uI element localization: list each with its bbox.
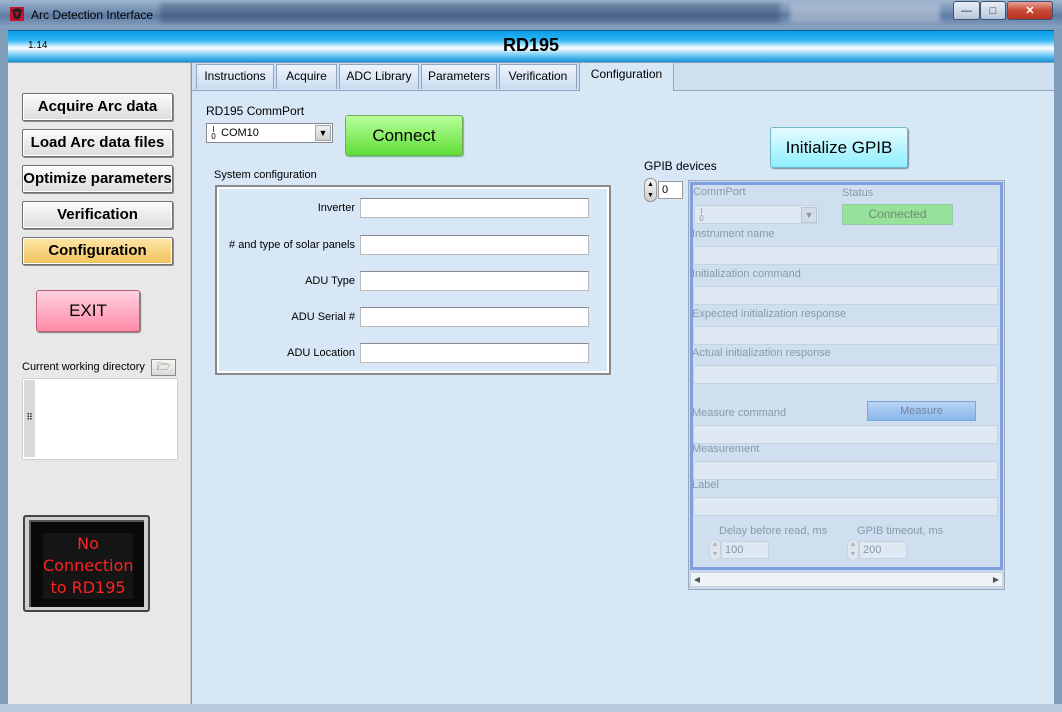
spin-up-icon: ▲ — [849, 541, 857, 548]
inverter-label: Inverter — [317, 202, 355, 214]
expected-response-field — [693, 326, 998, 345]
actual-response-label: Actual initialization response — [692, 347, 831, 359]
measure-command-field — [693, 425, 998, 444]
configuration-button[interactable]: Configuration — [22, 237, 173, 265]
bottom-border — [0, 704, 1062, 712]
cwd-scrollbar[interactable]: ⠿ — [24, 380, 35, 457]
spin-down-icon[interactable]: ▼ — [647, 192, 654, 199]
scroll-right-icon[interactable]: ▶ — [990, 573, 1002, 586]
label-label: Label — [692, 479, 719, 491]
chevron-down-icon: ▼ — [801, 207, 817, 223]
connect-button[interactable]: Connect — [345, 115, 463, 156]
expected-response-label: Expected initialization response — [692, 308, 847, 320]
inverter-input[interactable] — [360, 198, 589, 218]
maximize-button[interactable]: □ — [980, 1, 1006, 20]
spin-up-icon[interactable]: ▲ — [647, 181, 654, 188]
tab-acquire[interactable]: Acquire — [276, 64, 337, 89]
delay-input: 100 — [721, 541, 769, 559]
adu-location-label: ADU Location — [287, 347, 355, 359]
timeout-label: GPIB timeout, ms — [857, 525, 944, 537]
gpib-horizontal-scrollbar[interactable]: ◀ ▶ — [690, 572, 1003, 587]
scroll-grip-icon: ⠿ — [26, 412, 33, 422]
tab-verification[interactable]: Verification — [499, 64, 577, 89]
system-config-label: System configuration — [214, 169, 317, 181]
chevron-down-icon[interactable]: ▼ — [315, 125, 331, 141]
folder-icon: 🗁 — [156, 361, 171, 373]
measurement-field — [693, 461, 998, 480]
solar-panels-label: # and type of solar panels — [229, 239, 355, 251]
minimize-button[interactable]: — — [953, 1, 980, 20]
browse-folder-button[interactable]: 🗁 — [151, 359, 176, 376]
load-arc-data-files-button[interactable]: Load Arc data files — [22, 129, 173, 157]
status-line-3: to RD195 — [50, 578, 126, 597]
commport-select[interactable]: I0 COM10 ▼ — [206, 123, 333, 143]
instrument-name-label: Instrument name — [692, 228, 775, 240]
gpib-commport-label: CommPort — [693, 186, 746, 198]
gpib-index-input[interactable]: 0 — [658, 181, 683, 199]
init-command-label: Initialization command — [692, 268, 801, 280]
app-logo-icon — [10, 7, 24, 21]
status-line-2: Connection — [43, 556, 134, 575]
adu-type-label: ADU Type — [305, 275, 355, 287]
tab-instructions[interactable]: Instructions — [196, 64, 274, 89]
measure-button: Measure — [867, 401, 976, 421]
delay-label: Delay before read, ms — [719, 525, 828, 537]
title-bar-blurred-area — [160, 3, 780, 23]
actual-response-field — [693, 365, 998, 384]
io-icon: I0 — [699, 207, 704, 223]
adu-serial-label: ADU Serial # — [291, 311, 355, 323]
commport-label: RD195 CommPort — [206, 104, 305, 118]
scroll-left-icon[interactable]: ◀ — [691, 573, 703, 586]
adu-type-input[interactable] — [360, 271, 589, 291]
acquire-arc-data-button[interactable]: Acquire Arc data — [22, 93, 173, 121]
label-field — [693, 497, 998, 516]
delay-spinner: ▲ ▼ — [709, 539, 721, 561]
gpib-devices-label: GPIB devices — [644, 159, 717, 173]
close-button[interactable]: ✕ — [1007, 1, 1053, 20]
status-line-1: No — [77, 534, 99, 553]
tab-configuration[interactable]: Configuration — [579, 62, 674, 91]
solar-panels-input[interactable] — [360, 235, 589, 255]
spin-up-icon: ▲ — [711, 541, 719, 548]
adu-serial-input[interactable] — [360, 307, 589, 327]
tab-parameters[interactable]: Parameters — [421, 64, 497, 89]
init-command-field — [693, 286, 998, 305]
commport-value: COM10 — [221, 127, 259, 139]
exit-button[interactable]: EXIT — [36, 290, 140, 332]
instrument-name-field — [693, 246, 998, 265]
spin-down-icon: ▼ — [711, 551, 719, 558]
gpib-status-indicator: Connected — [842, 204, 953, 225]
verification-button[interactable]: Verification — [22, 201, 173, 229]
tab-adc-library[interactable]: ADC Library — [339, 64, 419, 89]
window-title: Arc Detection Interface — [31, 8, 154, 22]
gpib-index-spinner[interactable]: ▲ ▼ — [644, 178, 657, 202]
cwd-label: Current working directory — [22, 361, 145, 373]
optimize-parameters-button[interactable]: Optimize parameters — [22, 165, 173, 193]
timeout-spinner: ▲ ▼ — [847, 539, 859, 561]
gpib-status-label: Status — [842, 187, 874, 199]
gpib-commport-select: I0 ▼ — [694, 205, 819, 224]
timeout-input: 200 — [859, 541, 907, 559]
connection-status-text: No Connection to RD195 — [43, 533, 134, 599]
cwd-path-box[interactable] — [22, 378, 178, 460]
title-bar-blurred-search — [790, 4, 940, 22]
spin-down-icon: ▼ — [849, 551, 857, 558]
page-title: RD195 — [502, 35, 560, 55]
adu-location-input[interactable] — [360, 343, 589, 363]
measure-command-label: Measure command — [692, 407, 787, 419]
initialize-gpib-button[interactable]: Initialize GPIB — [770, 127, 908, 168]
io-icon: I0 — [211, 125, 216, 141]
measurement-label: Measurement — [692, 443, 760, 455]
